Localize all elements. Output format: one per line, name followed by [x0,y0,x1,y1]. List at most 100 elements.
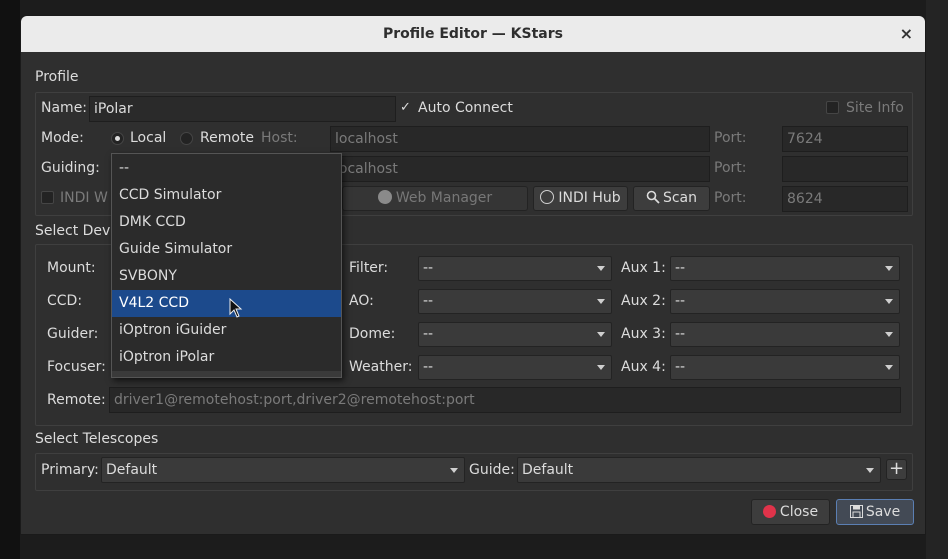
chevron-down-icon [885,299,893,304]
aux3-combo[interactable]: -- [670,322,900,347]
window-title: Profile Editor — KStars [383,26,563,42]
save-icon [849,505,863,518]
aux1-combo[interactable]: -- [670,256,900,281]
close-label: Close [779,504,819,520]
chevron-down-icon [597,332,605,337]
mouse-cursor-icon [229,298,243,318]
guide-label: Guide: [469,462,515,478]
remote-label: Remote: [47,392,106,408]
add-icon: + [888,458,905,479]
primary-telescope-combo[interactable]: Default [101,457,465,483]
chevron-down-icon [597,266,605,271]
window-close-icon[interactable]: × [900,16,913,52]
ccd-dropdown-list[interactable]: -- CCD Simulator DMK CCD Guide Simulator SVB… [111,153,342,378]
save-button[interactable]: Save [836,499,914,525]
mode-remote-radio[interactable] [180,132,193,145]
mode-local-label[interactable]: Local [130,130,166,146]
focuser-label: Focuser: [47,359,106,375]
primary-value: Default [106,462,158,478]
dropdown-item[interactable]: -- [112,155,341,182]
host-field[interactable]: localhost [330,126,710,152]
filter-label: Filter: [349,260,389,276]
add-telescope-button[interactable]: + [886,459,907,480]
indi-hub-icon [540,190,555,204]
aux1-label: Aux 1: [621,260,666,276]
primary-label: Primary: [41,462,99,478]
aux1-value: -- [675,260,686,276]
name-field[interactable]: iPolar [89,96,396,122]
aux3-value: -- [675,326,686,342]
port-field[interactable]: 7624 [782,126,908,152]
close-icon [762,505,776,518]
aux4-value: -- [675,359,686,375]
ao-label: AO: [349,293,374,309]
weather-combo[interactable]: -- [418,355,612,380]
indi-hub-label: INDI Hub [558,190,621,206]
mount-label: Mount: [47,260,96,276]
guide-telescope-combo[interactable]: Default [517,457,881,483]
filter-combo[interactable]: -- [418,256,612,281]
chevron-down-icon [597,365,605,370]
aux2-label: Aux 2: [621,293,666,309]
chevron-down-icon [885,266,893,271]
mode-label: Mode: [41,130,84,146]
scan-label: Scan [662,190,698,206]
name-label: Name: [41,100,88,116]
chevron-down-icon [885,332,893,337]
web-port-field[interactable]: 8624 [782,186,908,212]
dropdown-bottom [112,371,341,377]
dropdown-item[interactable]: CCD Simulator [112,182,341,209]
dome-label: Dome: [349,326,396,342]
telescopes-section-title: Select Telescopes [35,431,159,447]
guiding-port-field[interactable] [782,156,908,182]
devices-section-title: Select Devi [35,223,115,239]
ao-combo[interactable]: -- [418,289,612,314]
scan-button[interactable]: Scan [633,186,710,211]
web-manager-label: Web Manager [395,190,493,206]
mode-local-radio[interactable] [111,132,124,145]
ao-value: -- [423,293,434,309]
remote-drivers-input[interactable]: driver1@remotehost:port,driver2@remoteho… [109,387,901,413]
aux4-combo[interactable]: -- [670,355,900,380]
background-left [0,0,20,559]
chevron-down-icon [450,468,458,473]
guiding-host-field[interactable]: localhost [330,156,710,182]
search-icon [646,190,660,204]
mode-remote-label[interactable]: Remote [200,130,254,146]
host-label: Host: [261,130,298,146]
dome-combo[interactable]: -- [418,322,612,347]
guide-value: Default [522,462,574,478]
dropdown-item[interactable]: Guide Simulator [112,236,341,263]
dropdown-item[interactable]: DMK CCD [112,209,341,236]
web-manager-button[interactable]: Web Manager [342,186,528,211]
weather-value: -- [423,359,434,375]
dropdown-item[interactable]: V4L2 CCD [112,290,341,317]
port-label: Port: [714,130,747,146]
aux2-value: -- [675,293,686,309]
indi-web-label[interactable]: INDI W [60,190,108,206]
chevron-down-icon [866,468,874,473]
weather-label: Weather: [349,359,413,375]
auto-connect-checkmark[interactable]: ✓ [400,100,411,115]
dome-value: -- [423,326,434,342]
dropdown-item[interactable]: SVBONY [112,263,341,290]
site-info-label[interactable]: Site Info [846,100,904,116]
dropdown-item[interactable]: iOptron iPolar [112,344,341,371]
save-label: Save [865,504,901,520]
site-info-checkbox[interactable] [826,101,839,114]
chevron-down-icon [597,299,605,304]
profile-section-title: Profile [35,69,79,85]
web-port-label: Port: [714,190,747,206]
indi-web-checkbox[interactable] [41,191,54,204]
background-right [926,0,948,559]
indi-hub-button[interactable]: INDI Hub [533,186,628,211]
aux2-combo[interactable]: -- [670,289,900,314]
aux4-label: Aux 4: [621,359,666,375]
guider-label: Guider: [47,326,99,342]
auto-connect-label[interactable]: Auto Connect [418,100,513,116]
close-button[interactable]: Close [751,499,830,525]
globe-icon [377,190,392,204]
chevron-down-icon [885,365,893,370]
dropdown-item[interactable]: iOptron iGuider [112,317,341,344]
filter-value: -- [423,260,434,276]
